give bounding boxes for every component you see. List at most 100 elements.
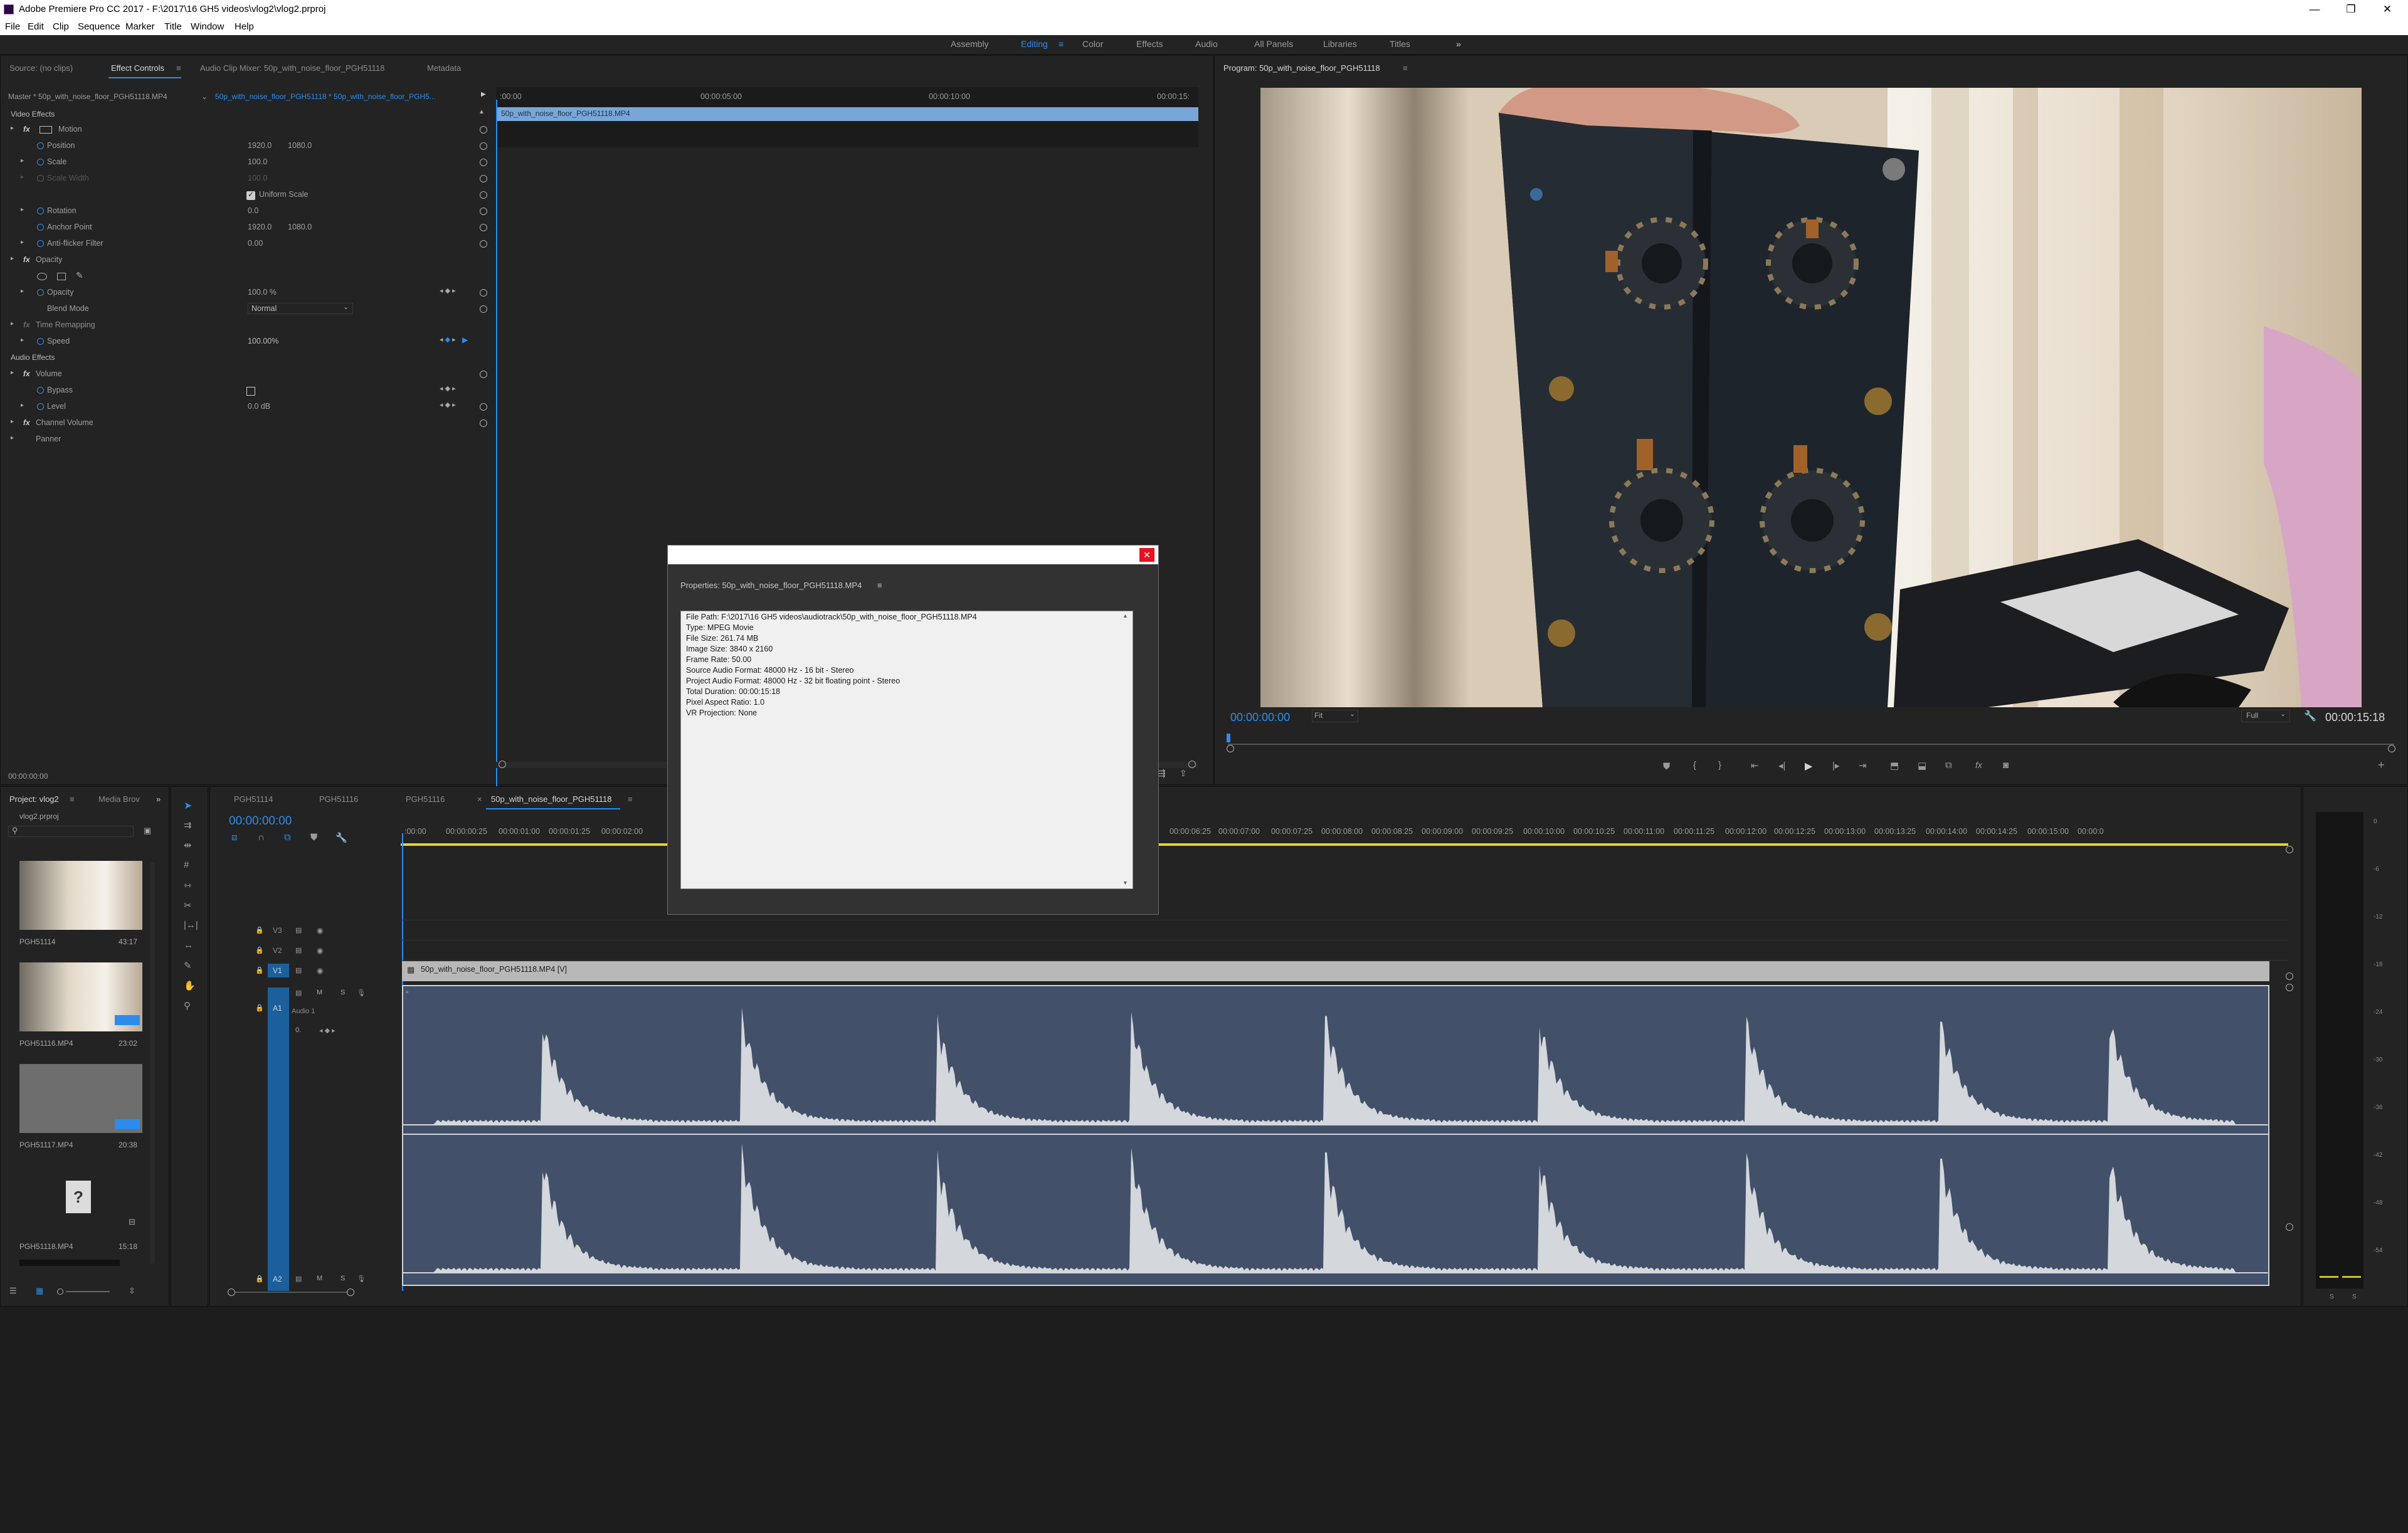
lift-icon[interactable]: ⬒ (1890, 760, 1899, 771)
clip-selector[interactable]: 50p_with_noise_floor_PGH51118 * 50p_with… (215, 92, 436, 101)
menu-marker[interactable]: Marker (125, 21, 155, 32)
stopwatch-icon[interactable] (37, 240, 44, 247)
scroll-up-icon[interactable]: ▲ (478, 108, 485, 115)
lock-icon[interactable]: 🔒 (255, 966, 264, 974)
expand-arrow-icon[interactable]: ▸ (21, 288, 24, 295)
tab-menu-icon[interactable]: ≡ (877, 581, 882, 590)
new-bin-icon[interactable]: ▣ (144, 826, 151, 836)
clip-thumbnail[interactable] (19, 861, 142, 930)
zoom-handle-right[interactable] (2388, 745, 2395, 752)
scroll-up-icon[interactable]: ▲ (1122, 613, 1128, 619)
expand-arrow-icon[interactable]: ▸ (11, 418, 14, 425)
expand-arrow-icon[interactable]: ▸ (21, 206, 24, 213)
tab-menu-icon[interactable]: ≡ (176, 63, 181, 73)
expand-arrow-icon[interactable]: ▸ (11, 320, 14, 327)
fx-icon[interactable]: fx (23, 255, 30, 264)
expand-arrow-icon[interactable]: ▸ (21, 174, 24, 181)
tab-menu-icon[interactable]: ≡ (70, 794, 75, 804)
stopwatch-icon[interactable] (37, 387, 44, 394)
lock-icon[interactable]: 🔒 (255, 946, 264, 954)
solo-right-button[interactable]: S (2352, 1293, 2357, 1300)
add-marker-icon[interactable]: ⛊ (1663, 761, 1670, 772)
reset-icon[interactable] (480, 371, 487, 378)
keyframe-nav-icon[interactable]: ◂ ◆ ▸ (440, 401, 456, 409)
workspace-overflow-icon[interactable]: » (1456, 39, 1461, 49)
clip-name[interactable]: PGH51117.MP4 (19, 1141, 73, 1149)
camera-icon[interactable]: ◙ (2003, 760, 2009, 771)
reset-icon[interactable] (480, 126, 487, 134)
zoom-handle-left[interactable] (499, 761, 506, 768)
dialog-close-button[interactable]: ✕ (1139, 548, 1154, 562)
workspace-all-panels[interactable]: All Panels (1254, 39, 1293, 49)
add-marker-icon[interactable]: ⛊ (310, 832, 317, 843)
scale-value[interactable]: 100.0 (248, 157, 267, 166)
reset-icon[interactable] (480, 403, 487, 411)
reset-icon[interactable] (480, 191, 487, 199)
tab-menu-icon[interactable]: ≡ (628, 794, 633, 804)
zoom-slider-track[interactable] (66, 1291, 110, 1292)
sync-lock-icon[interactable]: ▤ (295, 989, 302, 997)
timeline-tab[interactable]: PGH51116 (319, 794, 358, 804)
rotation-value[interactable]: 0.0 (248, 206, 258, 215)
lock-icon[interactable]: 🔒 (255, 1275, 264, 1283)
lock-icon[interactable]: 🔒 (255, 926, 264, 934)
add-button-icon[interactable]: + (2378, 759, 2385, 772)
export-icon[interactable]: ⇪ (1180, 768, 1187, 779)
expand-arrow-icon[interactable]: ▸ (21, 402, 24, 409)
filter-icon[interactable]: ⇶ (1158, 768, 1166, 779)
rolling-edit-tool-icon[interactable]: # (184, 860, 189, 870)
opacity-value[interactable]: 100.0 % (248, 288, 277, 297)
stopwatch-icon[interactable] (37, 338, 44, 345)
vertical-zoom-handle[interactable] (2286, 1223, 2293, 1231)
play-button[interactable]: ▶ (1805, 760, 1812, 772)
solo-left-button[interactable]: S (2330, 1293, 2334, 1300)
effect-playhead[interactable] (496, 100, 497, 806)
icon-view-icon[interactable]: ▦ (36, 1286, 43, 1296)
track-label-v2[interactable]: V2 (273, 946, 282, 955)
reset-icon[interactable] (480, 305, 487, 313)
zoom-handle-left[interactable] (228, 1288, 235, 1296)
expand-arrow-icon[interactable]: ▸ (21, 157, 24, 164)
program-timecode[interactable]: 00:00:00:00 (1230, 711, 1290, 724)
menu-window[interactable]: Window (191, 21, 224, 32)
zoom-tool-icon[interactable]: ⚲ (184, 1000, 191, 1011)
audio-clip-a1[interactable] (402, 985, 2269, 1286)
vertical-zoom-handle[interactable] (2286, 846, 2293, 853)
workspace-effects[interactable]: Effects (1136, 39, 1163, 49)
tab-media-browser[interactable]: Media Brov (98, 794, 140, 804)
zoom-slider-handle[interactable] (57, 1288, 63, 1295)
zoom-handle-left[interactable] (1227, 745, 1234, 752)
tab-source[interactable]: Source: (no clips) (9, 63, 73, 73)
mark-in-icon[interactable]: { (1693, 760, 1696, 771)
sync-lock-icon[interactable]: ▤ (295, 966, 302, 974)
fx-icon[interactable]: fx (23, 369, 30, 378)
tab-audio-clip-mixer[interactable]: Audio Clip Mixer: 50p_with_noise_floor_P… (200, 63, 384, 73)
clip-name[interactable]: PGH51114 (19, 937, 56, 946)
menu-title[interactable]: Title (164, 21, 182, 32)
play-triangle-icon[interactable]: ▶ (462, 335, 468, 344)
workspace-titles[interactable]: Titles (1390, 39, 1410, 49)
sync-lock-icon[interactable]: ▤ (295, 1275, 302, 1283)
chevron-down-icon[interactable]: ⌄ (201, 92, 208, 101)
menu-help[interactable]: Help (235, 21, 254, 32)
microphone-icon[interactable]: 🎙 (357, 989, 366, 997)
sync-lock-icon[interactable]: ▤ (295, 926, 302, 934)
program-video-frame[interactable] (1260, 88, 2362, 707)
video-clip-v1[interactable] (402, 961, 2269, 981)
antiflicker-value[interactable]: 0.00 (248, 239, 263, 248)
ripple-edit-tool-icon[interactable]: ⇹ (184, 840, 192, 851)
scroll-down-icon[interactable]: ▼ (1122, 880, 1128, 886)
pen-tool-icon[interactable]: ✎ (184, 960, 192, 971)
clip-name[interactable]: PGH51116.MP4 (19, 1039, 73, 1048)
expand-arrow-icon[interactable]: ▸ (21, 239, 24, 246)
timeline-timecode[interactable]: 00:00:00:00 (229, 814, 292, 828)
stopwatch-icon[interactable] (37, 289, 44, 296)
keyframe-nav-icon[interactable]: ◂ ◆ ▸ (440, 287, 456, 295)
properties-text-area[interactable]: File Path: F:\2017\16 GH5 videos\audiotr… (680, 611, 1133, 889)
close-button[interactable]: ✕ (2365, 0, 2408, 19)
level-value[interactable]: 0.0 dB (248, 402, 270, 411)
transform-icon[interactable] (40, 126, 52, 134)
reset-icon[interactable] (480, 419, 487, 427)
menu-edit[interactable]: Edit (28, 21, 44, 32)
keyframe-nav-icon[interactable]: ◂ ◆ ▸ (440, 335, 456, 344)
